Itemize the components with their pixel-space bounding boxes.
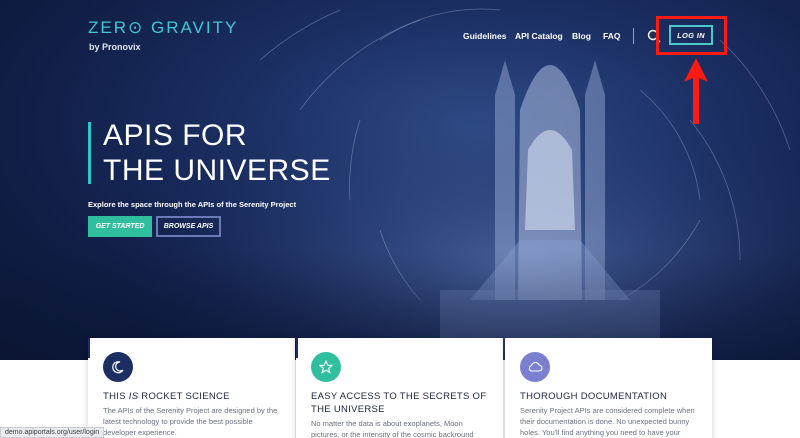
status-bar-url: demo.apiportals.org/user/login: [0, 427, 105, 438]
logo-subtitle: by Pronovix: [89, 42, 141, 52]
nav-guidelines[interactable]: Guidelines: [463, 31, 506, 41]
card-title: EASY ACCESS TO THE SECRETS OF THE UNIVER…: [311, 391, 487, 415]
hero-title-line1: APIS FOR: [103, 119, 248, 152]
card-text: No matter the data is about exoplanets, …: [311, 419, 474, 438]
logo[interactable]: ZER⊙ GRAVITY: [88, 18, 238, 38]
card-accent-bar: [296, 338, 298, 358]
nav-divider: [633, 28, 634, 44]
feature-card-rocket-science: THIS IS ROCKET SCIENCE The APIs of the S…: [88, 338, 295, 438]
hero-subtitle: Explore the space through the APIs of th…: [88, 200, 297, 209]
card-text: The APIs of the Serenity Project are des…: [103, 406, 278, 437]
nav-api-catalog[interactable]: API Catalog: [515, 31, 563, 41]
star-icon: [311, 352, 341, 382]
card-text: Serenity Project APIs are considered com…: [520, 406, 695, 437]
nav-faq[interactable]: FAQ: [603, 31, 620, 41]
feature-card-documentation: THOROUGH DOCUMENTATION Serenity Project …: [505, 338, 712, 438]
get-started-button[interactable]: GET STARTED: [88, 216, 152, 237]
login-button[interactable]: LOG IN: [669, 25, 713, 45]
nav-blog[interactable]: Blog: [572, 31, 591, 41]
card-title: THIS IS ROCKET SCIENCE: [103, 391, 230, 402]
feature-card-easy-access: EASY ACCESS TO THE SECRETS OF THE UNIVER…: [296, 338, 503, 438]
hero-section: ZER⊙ GRAVITY by Pronovix Guidelines API …: [0, 0, 800, 360]
hero-accent-bar: [88, 122, 91, 184]
hero-title: APIS FOR THE UNIVERSE: [103, 118, 331, 188]
cloud-icon: [520, 352, 550, 382]
browse-apis-button[interactable]: BROWSE APIS: [156, 216, 221, 237]
arrow-up-icon: [684, 58, 708, 124]
card-title: THOROUGH DOCUMENTATION: [520, 391, 668, 402]
hero-title-line2: THE UNIVERSE: [103, 154, 331, 187]
moon-icon: [103, 352, 133, 382]
card-accent-bar: [88, 338, 90, 358]
